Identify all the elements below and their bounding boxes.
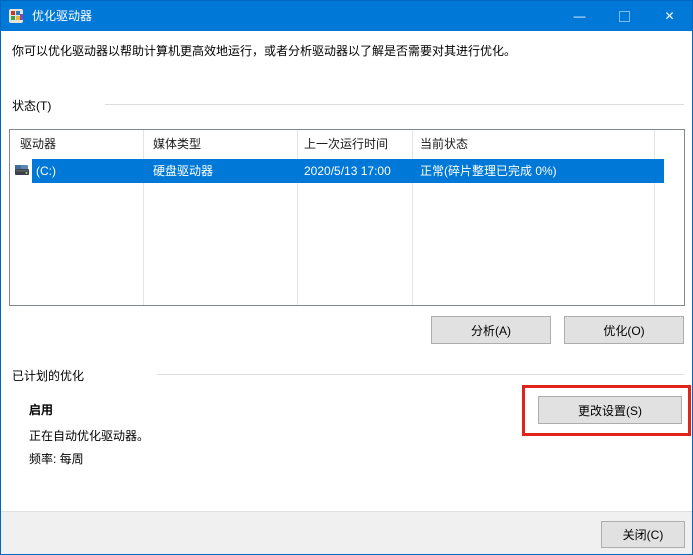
defrag-app-icon xyxy=(9,9,23,23)
optimize-drives-dialog: 优化驱动器 — ✕ 你可以优化驱动器以帮助计算机更高效地运行，或者分析驱动器以了… xyxy=(0,0,693,555)
cell-media-type[interactable]: 硬盘驱动器 xyxy=(153,159,213,183)
cell-last-run[interactable]: 2020/5/13 17:00 xyxy=(304,159,391,183)
scheduled-description: 正在自动优化驱动器。 xyxy=(29,429,150,443)
status-group-label: 状态(T) xyxy=(12,99,52,113)
change-settings-button[interactable]: 更改设置(S) xyxy=(538,396,682,424)
column-header-drive[interactable]: 驱动器 xyxy=(20,130,56,158)
cell-drive[interactable]: (C:) xyxy=(36,159,56,183)
scheduled-frequency: 频率: 每周 xyxy=(29,452,84,466)
column-header-status[interactable]: 当前状态 xyxy=(420,130,468,158)
minimize-button[interactable]: — xyxy=(557,1,602,31)
dialog-footer xyxy=(1,511,692,554)
column-header-lastrun[interactable]: 上一次运行时间 xyxy=(304,130,388,158)
scheduled-status: 启用 xyxy=(29,403,54,417)
window-title: 优化驱动器 xyxy=(32,9,93,23)
cell-current-status[interactable]: 正常(碎片整理已完成 0%) xyxy=(420,159,557,183)
hard-drive-icon xyxy=(15,165,29,175)
status-group-line xyxy=(105,104,684,105)
maximize-button xyxy=(602,1,647,31)
column-divider xyxy=(143,130,144,305)
column-divider xyxy=(412,130,413,305)
maximize-icon xyxy=(619,11,630,23)
column-header-media[interactable]: 媒体类型 xyxy=(153,130,201,158)
dialog-description: 你可以优化驱动器以帮助计算机更高效地运行，或者分析驱动器以了解是否需要对其进行优… xyxy=(12,44,517,58)
scheduled-group-label: 已计划的优化 xyxy=(12,369,85,383)
column-divider xyxy=(654,130,655,305)
optimize-button[interactable]: 优化(O) xyxy=(564,316,684,344)
column-divider xyxy=(297,130,298,305)
title-bar: 优化驱动器 — ✕ xyxy=(1,1,692,31)
analyze-button[interactable]: 分析(A) xyxy=(431,316,551,344)
scheduled-group-line xyxy=(157,374,684,375)
close-dialog-button[interactable]: 关闭(C) xyxy=(601,521,685,548)
drives-table[interactable]: 驱动器 媒体类型 上一次运行时间 当前状态 (C:) 硬盘驱动器 2020/5/… xyxy=(9,129,685,306)
close-button[interactable]: ✕ xyxy=(647,1,692,31)
